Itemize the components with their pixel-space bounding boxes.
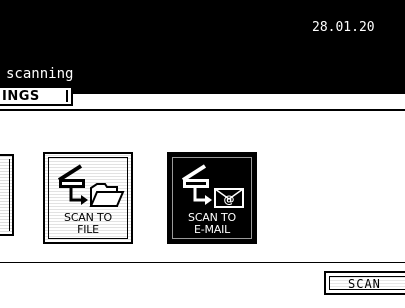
scan-to-file-icon: [57, 164, 125, 207]
tab-divider: [0, 109, 405, 111]
scan-button[interactable]: SCAN: [324, 271, 405, 295]
scan-to-file-button[interactable]: SCAN TO FILE: [43, 152, 133, 244]
header-bar: 28.01.20 scanning: [0, 0, 405, 94]
scan-to-email-button[interactable]: @ SCAN TO E-MAIL: [167, 152, 257, 244]
label-line-2: FILE: [77, 223, 99, 236]
scan-to-file-label: SCAN TO FILE: [45, 212, 131, 236]
svg-text:@: @: [224, 193, 235, 206]
label-line-2: E-MAIL: [193, 223, 231, 236]
scan-to-email-label: SCAN TO E-MAIL: [169, 212, 255, 236]
screen-title: scanning: [6, 66, 74, 82]
footer-divider: [0, 262, 405, 263]
tab-settings[interactable]: INGS: [0, 86, 73, 106]
partial-function-button[interactable]: [0, 154, 14, 236]
date-display: 28.01.20: [312, 20, 375, 35]
scan-to-email-icon: @: [181, 164, 244, 208]
scan-button-label: SCAN: [329, 276, 405, 291]
